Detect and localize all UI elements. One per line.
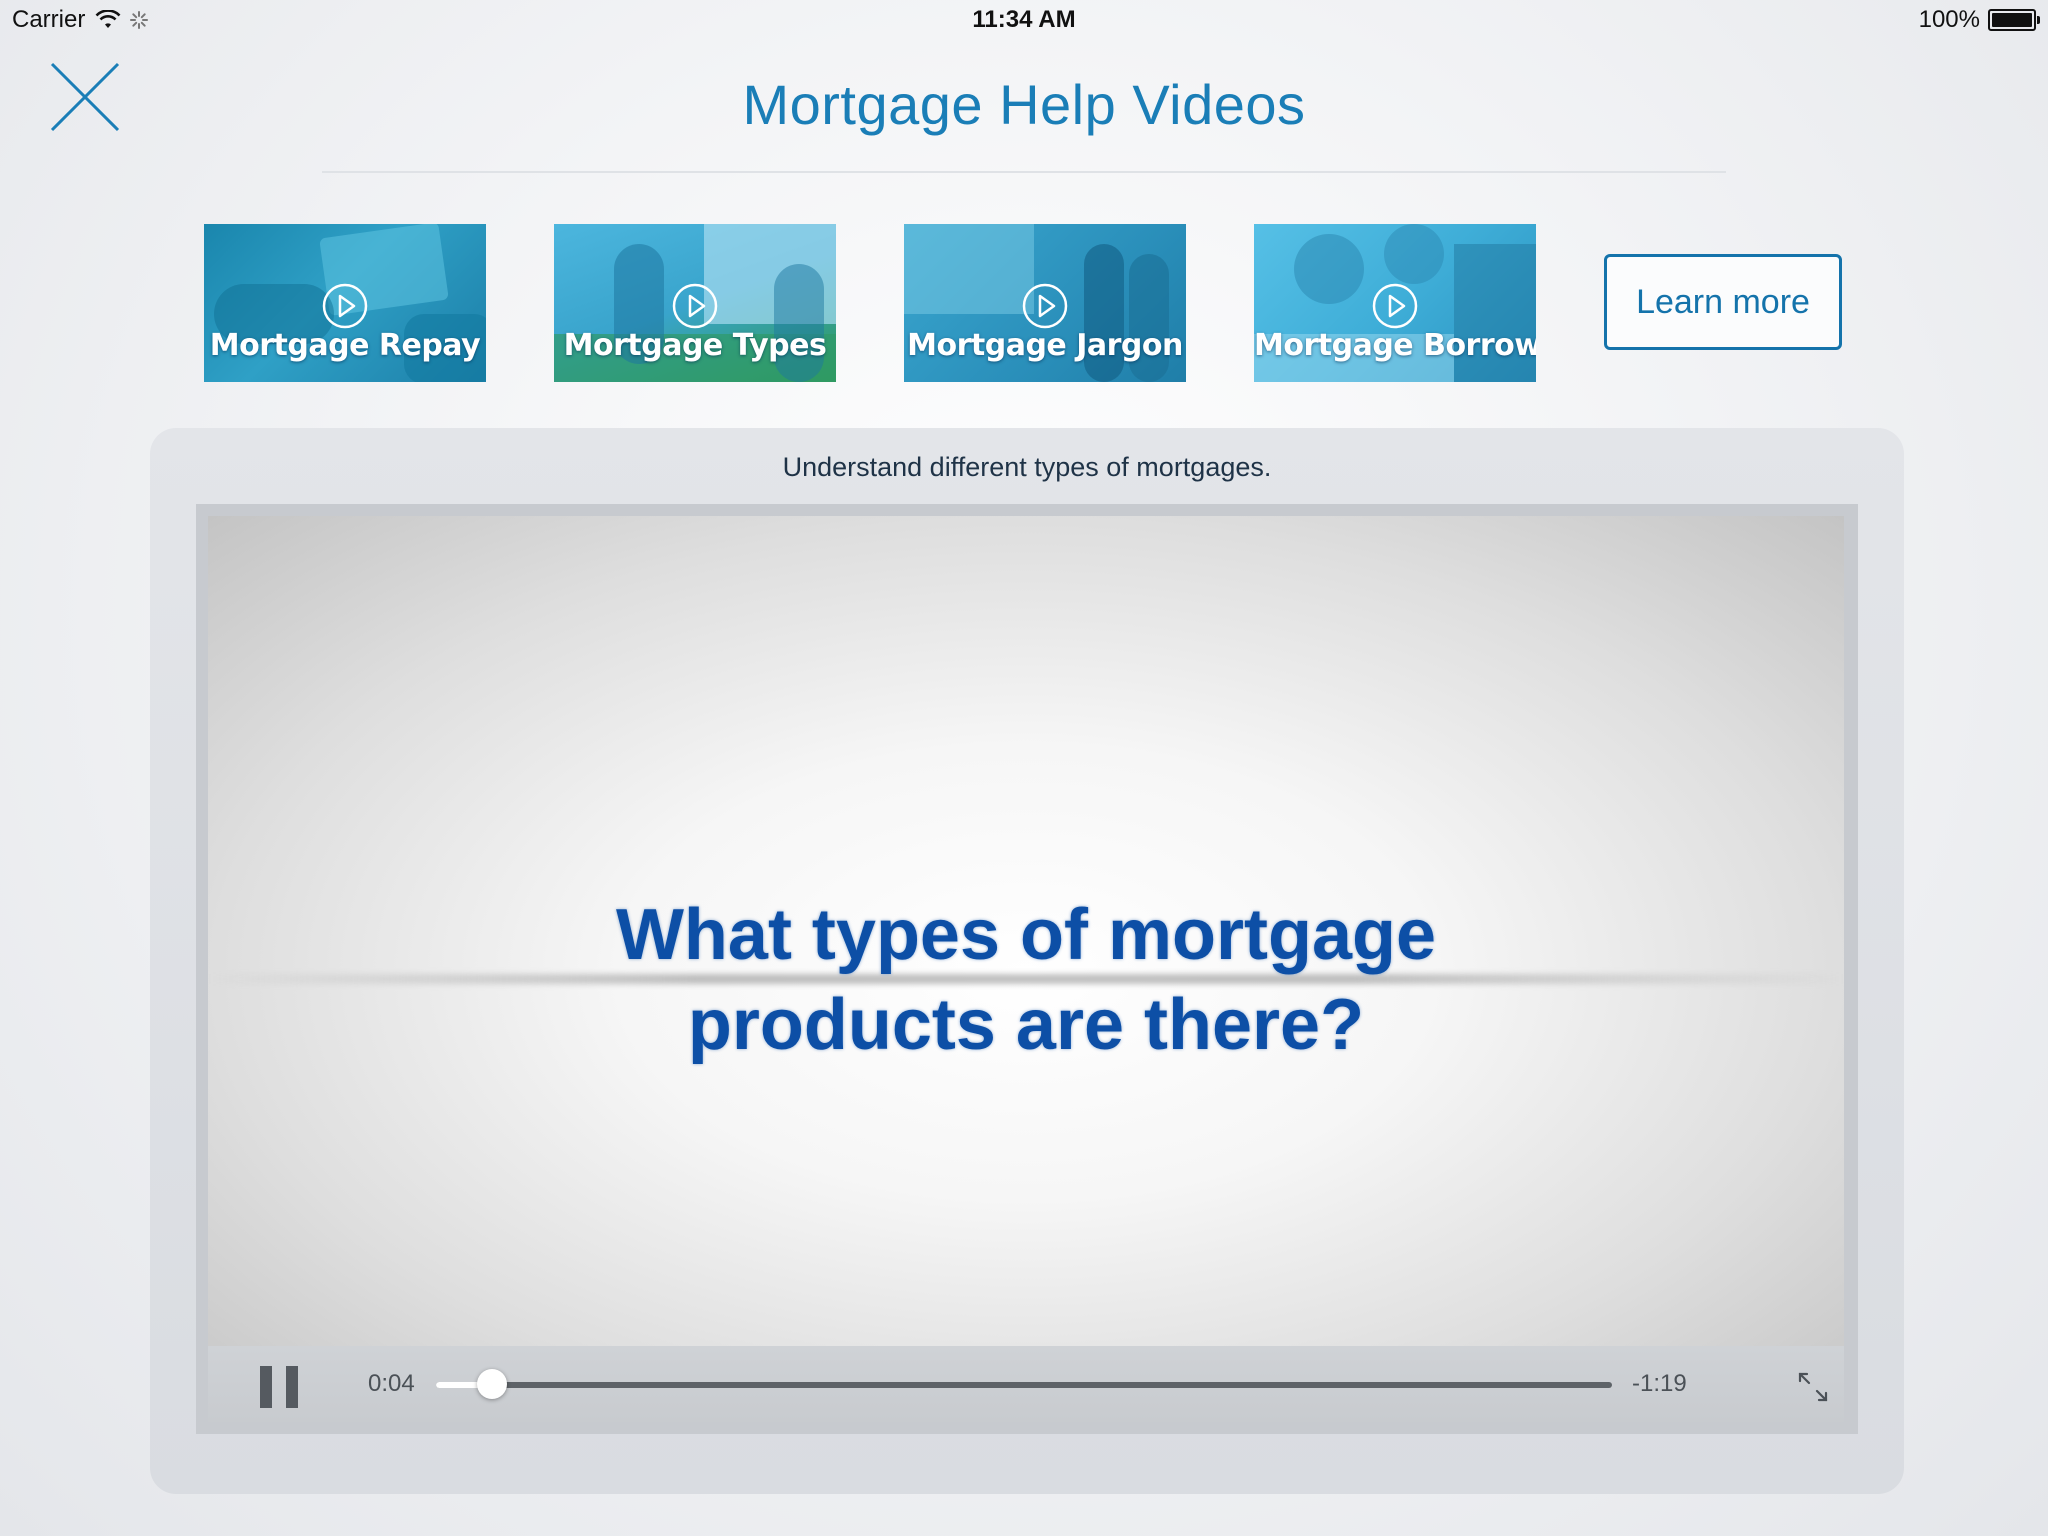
video-caption: Understand different types of mortgages. bbox=[782, 452, 1272, 482]
video-player-card: Understand different types of mortgages.… bbox=[150, 428, 1904, 1494]
battery-icon bbox=[1988, 9, 2040, 31]
play-circle-icon bbox=[322, 283, 368, 329]
video-thumb-mortgage-jargon[interactable]: Mortgage Jargon bbox=[904, 224, 1186, 382]
video-thumb-mortgage-repay[interactable]: Mortgage Repay bbox=[204, 224, 486, 382]
fullscreen-expand-icon[interactable] bbox=[1796, 1370, 1830, 1404]
video-frame: What types of mortgage products are ther… bbox=[196, 504, 1858, 1434]
remaining-time: -1:19 bbox=[1632, 1370, 1687, 1397]
page-title: Mortgage Help Videos bbox=[742, 73, 1306, 136]
header-divider bbox=[322, 171, 1726, 173]
learn-more-button[interactable]: Learn more bbox=[1604, 254, 1842, 350]
video-screen[interactable]: What types of mortgage products are ther… bbox=[208, 516, 1844, 1346]
video-controls: 0:04 -1:19 bbox=[208, 1346, 1844, 1422]
battery-group: 100% bbox=[1918, 6, 2040, 34]
video-text-line1: What types of mortgage bbox=[615, 895, 1437, 975]
video-frame-text: What types of mortgage products are ther… bbox=[208, 890, 1844, 1070]
play-circle-icon bbox=[1372, 283, 1418, 329]
video-thumb-label: Mortgage Types bbox=[563, 328, 827, 363]
video-thumb-label: Mortgage Repay bbox=[209, 328, 481, 363]
play-circle-icon bbox=[1022, 283, 1068, 329]
battery-percent: 100% bbox=[1918, 6, 1980, 33]
scrubber-knob[interactable] bbox=[477, 1369, 508, 1399]
play-circle-icon bbox=[672, 283, 718, 329]
status-bar: Carrier 11:34 AM 100% bbox=[0, 0, 2048, 40]
video-thumb-label: Mortgage Jargon bbox=[907, 328, 1183, 363]
video-thumb-label: Mortgage Borrow bbox=[1254, 328, 1536, 363]
video-thumb-mortgage-types[interactable]: Mortgage Types bbox=[554, 224, 836, 382]
video-thumb-mortgage-borrow[interactable]: Mortgage Borrow bbox=[1254, 224, 1536, 382]
pause-icon[interactable] bbox=[260, 1366, 298, 1408]
progress-scrubber[interactable] bbox=[436, 1369, 1612, 1399]
status-time: 11:34 AM bbox=[972, 6, 1076, 33]
elapsed-time: 0:04 bbox=[368, 1370, 415, 1397]
video-text-line2: products are there? bbox=[687, 985, 1365, 1065]
